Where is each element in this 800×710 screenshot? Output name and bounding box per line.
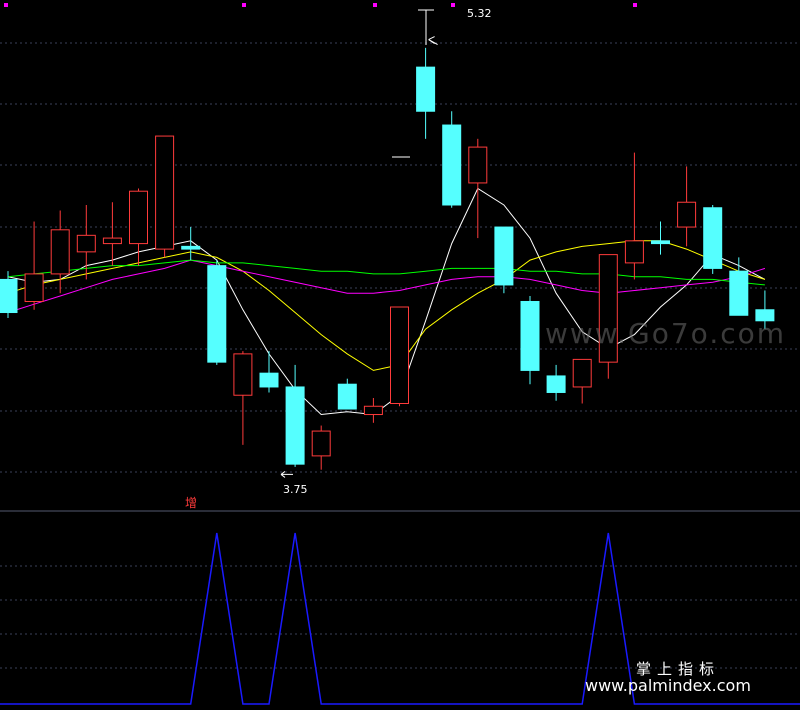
candle-body — [50, 229, 70, 275]
candle-body — [442, 124, 462, 206]
candle — [442, 111, 462, 208]
candle — [155, 135, 175, 258]
candle — [494, 226, 514, 294]
candle-body — [24, 273, 44, 302]
chart-canvas: 5.32 3.75 增 www.Go7o.com 掌上指标 www.palmin… — [0, 0, 800, 710]
marker-dot — [4, 3, 8, 7]
candle-body — [181, 245, 201, 250]
candle-body — [259, 372, 279, 388]
low-price-label: 3.75 — [283, 483, 308, 496]
candle-body — [520, 300, 540, 371]
signal-marker-text: 增 — [185, 496, 197, 510]
center-watermark: www.Go7o.com — [545, 317, 786, 350]
candle-body — [363, 405, 383, 416]
candle-body — [207, 265, 227, 363]
candle-body — [494, 226, 514, 286]
candle-body — [729, 270, 749, 316]
candle-body — [233, 353, 253, 396]
marker-dot — [242, 3, 246, 7]
bottom-watermark-url: www.palmindex.com — [585, 676, 751, 695]
marker-dot — [451, 3, 455, 7]
high-price-label: 5.32 — [467, 7, 492, 20]
candle — [207, 260, 227, 365]
candle-body — [76, 234, 96, 253]
candle — [703, 204, 723, 274]
candle-body — [129, 190, 148, 245]
candle-body — [546, 375, 566, 393]
candle-body — [311, 430, 331, 457]
candle-body — [703, 207, 723, 269]
candle-body — [102, 237, 122, 245]
marker-dot — [373, 3, 377, 7]
candle-body — [337, 383, 357, 410]
candle-body — [624, 240, 644, 264]
candle-body — [651, 240, 670, 245]
candle-body — [416, 66, 436, 112]
candle-body — [572, 358, 592, 388]
candle-body — [390, 306, 409, 405]
candle-body — [468, 146, 488, 184]
candle-body — [155, 135, 175, 250]
marker-dot — [633, 3, 637, 7]
candle-body — [285, 386, 305, 465]
candle-body — [0, 278, 18, 314]
candle-body — [677, 201, 697, 228]
candle — [390, 306, 409, 407]
candlestick-chart: 5.32 3.75 增 www.Go7o.com 掌上指标 www.palmin… — [0, 0, 800, 710]
